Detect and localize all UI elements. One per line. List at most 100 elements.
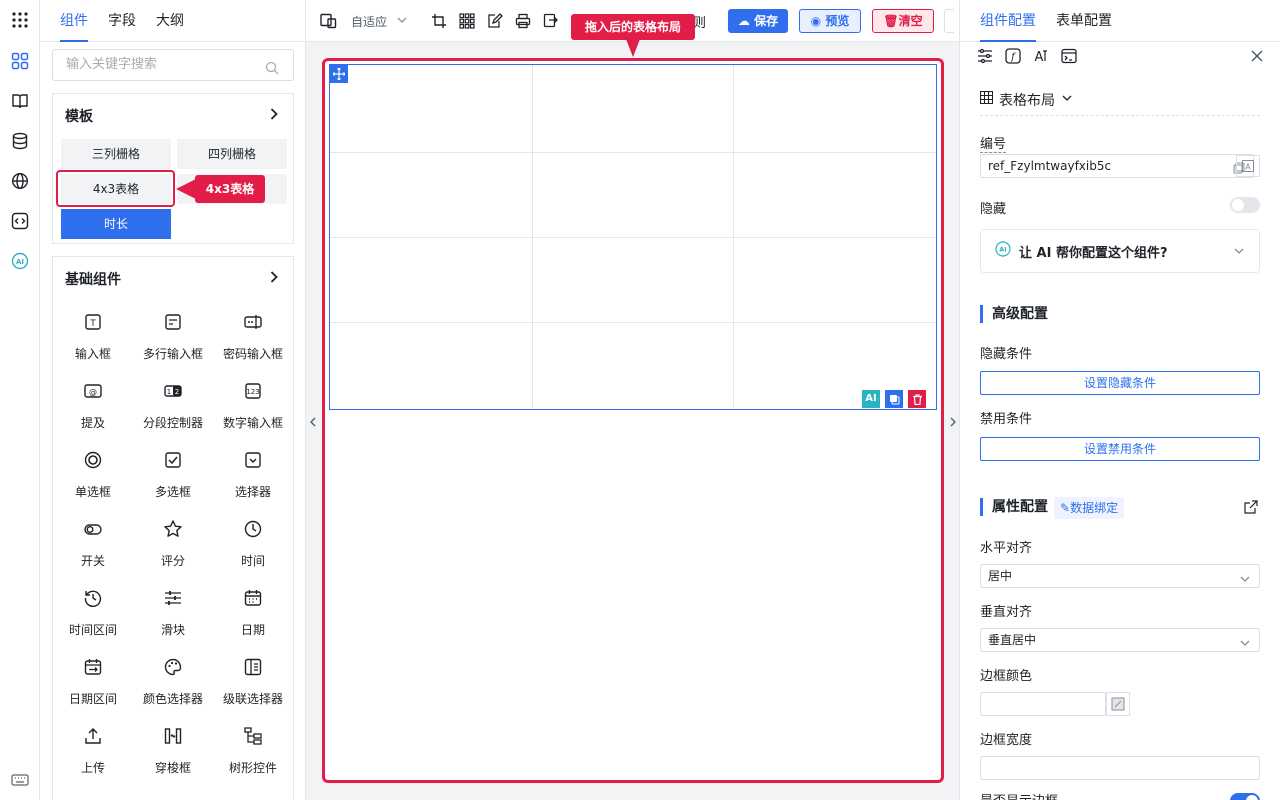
svg-text:AI: AI [999, 246, 1006, 254]
tab-form-config[interactable]: 表单配置 [1056, 0, 1112, 42]
hidden-toggle[interactable] [1230, 197, 1260, 213]
grid-dots-icon[interactable] [459, 13, 475, 33]
collapse-left-icon[interactable] [308, 416, 318, 432]
component-item[interactable]: 评分 [133, 518, 213, 569]
border-width-input[interactable] [980, 756, 1260, 780]
component-item-label: 颜色选择器 [142, 692, 203, 706]
external-edit-icon[interactable] [1244, 500, 1258, 518]
date-range-icon [53, 656, 133, 678]
save-button-label: 保存 [754, 14, 779, 28]
component-item[interactable]: 密码输入框 [213, 311, 293, 362]
tab-fields[interactable]: 字段 [108, 0, 136, 42]
svg-text:123: 123 [246, 388, 259, 396]
component-item[interactable]: 多行输入框 [133, 311, 213, 362]
keyboard-icon[interactable] [10, 770, 30, 790]
component-item[interactable]: 多选框 [133, 449, 213, 500]
component-item[interactable]: 时间 [213, 518, 293, 569]
save-button[interactable]: ☁ 保存 [728, 9, 788, 33]
preview-button[interactable]: ◉ 预览 [799, 9, 861, 33]
component-item[interactable]: 123 数字输入框 [213, 380, 293, 431]
collapse-right-icon[interactable] [948, 416, 958, 432]
template-four-col-grid[interactable]: 四列栅格 [177, 139, 287, 169]
v-align-label: 垂直对齐 [980, 605, 1033, 620]
component-item[interactable]: 日期区间 [53, 656, 133, 707]
chevron-right-icon[interactable] [267, 107, 281, 125]
border-color-input[interactable] [980, 692, 1106, 716]
set-hide-condition-button[interactable]: 设置隐藏条件 [980, 371, 1260, 395]
app-grid-icon[interactable] [10, 10, 30, 30]
number-icon: 123 [213, 380, 293, 402]
function-icon[interactable]: f [1005, 48, 1021, 68]
ai-config-panel[interactable]: AI 让 AI 帮你配置这个组件? [980, 229, 1260, 273]
tab-components[interactable]: 组件 [60, 0, 88, 42]
settings-sliders-icon[interactable] [977, 48, 993, 68]
tree-icon [213, 725, 293, 747]
device-icon[interactable] [320, 13, 337, 33]
code-window-icon[interactable] [1061, 48, 1077, 68]
palette-icon [133, 656, 213, 678]
search-input[interactable]: 输入关键字搜索 [52, 49, 294, 81]
template-three-col-grid[interactable]: 三列栅格 [61, 139, 171, 169]
id-field[interactable]: ref_Fzylmtwayfxib5c [980, 154, 1254, 178]
more-button[interactable] [944, 9, 954, 33]
tab-outline[interactable]: 大纲 [156, 0, 184, 42]
component-item[interactable]: 开关 [53, 518, 133, 569]
component-item[interactable]: 穿梭框 [133, 725, 213, 776]
component-item[interactable]: 时间区间 [53, 587, 133, 638]
select-icon [213, 449, 293, 471]
component-type-select[interactable]: 表格布局 [979, 84, 1260, 116]
components-icon[interactable] [10, 51, 30, 71]
component-item[interactable]: 级联选择器 [213, 656, 293, 707]
eye-icon: ◉ [810, 14, 822, 28]
text-style-icon[interactable]: A [1033, 48, 1049, 68]
component-item-label: 开关 [80, 554, 105, 568]
template-duration[interactable]: 时长 [61, 209, 171, 239]
chevron-right-icon[interactable] [267, 270, 281, 288]
advanced-config-title: 高级配置 [980, 305, 1048, 323]
component-item[interactable]: 日期 [213, 587, 293, 638]
close-icon[interactable] [1250, 49, 1264, 67]
data-binding-button[interactable]: ✎数据绑定 [1054, 497, 1125, 519]
component-item[interactable]: 1 2 分段控制器 [133, 380, 213, 431]
edit-icon[interactable] [487, 13, 503, 33]
component-item[interactable]: T 输入框 [53, 311, 133, 362]
ai-assistant-icon[interactable]: AI [10, 251, 30, 271]
color-picker-icon[interactable] [1106, 692, 1130, 716]
database-icon[interactable] [10, 131, 30, 151]
trash-icon: 🗑 [883, 14, 899, 28]
h-align-select[interactable]: 居中 [980, 564, 1260, 588]
component-item-label: 穿梭框 [154, 761, 191, 775]
show-border-toggle[interactable] [1230, 793, 1260, 800]
book-icon[interactable] [10, 91, 30, 111]
print-icon[interactable] [515, 13, 531, 33]
v-align-select[interactable]: 垂直居中 [980, 628, 1260, 652]
basic-components-header[interactable]: 基础组件 [53, 257, 293, 301]
component-item[interactable]: 上传 [53, 725, 133, 776]
component-item[interactable]: 选择器 [213, 449, 293, 500]
crop-icon[interactable] [431, 13, 447, 33]
code-icon[interactable] [10, 211, 30, 231]
component-item[interactable]: @ 提及 [53, 380, 133, 431]
text-format-icon[interactable]: A [1236, 155, 1260, 177]
right-tabs: 组件配置 表单配置 [960, 0, 1280, 42]
set-disable-condition-button[interactable]: 设置禁用条件 [980, 437, 1260, 461]
component-item[interactable]: 单选框 [53, 449, 133, 500]
clear-button[interactable]: 🗑清空 [872, 9, 934, 33]
upload-icon [53, 725, 133, 747]
border-width-label: 边框宽度 [980, 733, 1033, 748]
left-tabs: 组件 字段 大纲 [40, 0, 305, 42]
component-item[interactable]: 滑块 [133, 587, 213, 638]
component-item[interactable]: 树形控件 [213, 725, 293, 776]
checkbox-icon [133, 449, 213, 471]
clock-icon [213, 518, 293, 540]
segmented-icon: 12 [133, 380, 213, 402]
tab-component-config[interactable]: 组件配置 [980, 0, 1036, 42]
layout-mode-select[interactable]: 自适应 [351, 13, 387, 30]
component-item-label: 分段控制器 [142, 416, 203, 430]
globe-icon[interactable] [10, 171, 30, 191]
templates-header[interactable]: 模板 [53, 94, 293, 138]
component-item[interactable]: 颜色选择器 [133, 656, 213, 707]
component-item-label: 密码输入框 [222, 347, 283, 361]
chevron-down-icon[interactable] [396, 14, 408, 30]
export-icon[interactable] [543, 13, 559, 33]
